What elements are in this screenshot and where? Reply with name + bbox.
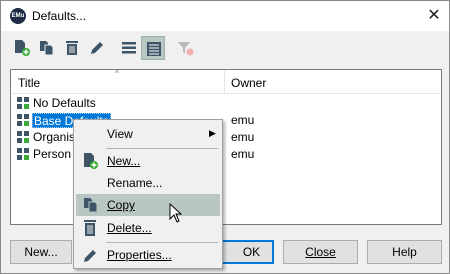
menu-item-label: Rename... (107, 176, 163, 190)
help-button[interactable]: Help (367, 240, 442, 264)
defaults-icon (17, 148, 29, 160)
details-view-button[interactable] (141, 36, 165, 60)
details-view-icon (147, 42, 161, 56)
new-button[interactable]: New... (10, 240, 72, 264)
menu-item-new[interactable]: New... (76, 150, 220, 172)
menu-item-delete[interactable]: Delete... (76, 217, 220, 239)
new-document-icon (84, 153, 98, 169)
list-view-button[interactable] (117, 36, 141, 60)
menu-item-rename[interactable]: Rename... (76, 172, 220, 194)
menu-item-label: New... (107, 154, 141, 168)
submenu-arrow-icon: ▶ (209, 128, 216, 138)
menu-item-properties[interactable]: Properties... (76, 244, 220, 266)
menu-separator (106, 242, 218, 243)
menu-item-label: Delete... (107, 221, 152, 235)
list-header: ^ Title Owner (11, 69, 441, 94)
context-menu: View ▶ New... Rename... Copy Delete... P… (73, 119, 223, 269)
mouse-pointer-icon (169, 203, 182, 223)
list-item-owner: emu (231, 130, 255, 144)
clear-filter-button[interactable] (173, 36, 197, 60)
defaults-icon (17, 97, 29, 109)
sort-ascending-icon: ^ (115, 69, 119, 78)
menu-separator (106, 148, 218, 149)
column-header-owner[interactable]: Owner (231, 76, 266, 90)
new-default-icon (15, 40, 30, 56)
delete-icon (66, 41, 78, 55)
list-view-icon (122, 42, 136, 54)
window-title: Defaults... (32, 9, 87, 23)
column-header-title[interactable]: ^ Title (11, 69, 225, 94)
copy-default-icon (40, 41, 54, 56)
close-window-button[interactable]: ✕ (421, 3, 447, 29)
defaults-dialog: EMu Defaults... ✕ ^ Title Owner No Defau… (0, 0, 450, 274)
menu-item-view[interactable]: View ▶ (76, 123, 220, 145)
emu-app-icon: EMu (10, 8, 26, 24)
menu-item-label: Copy (107, 198, 136, 212)
menu-item-copy[interactable]: Copy (76, 194, 220, 216)
delete-button[interactable] (60, 36, 84, 60)
close-button-label: Close (305, 245, 336, 259)
menu-item-label: View (107, 127, 133, 141)
defaults-icon (17, 114, 29, 126)
list-item[interactable]: No Defaults (11, 95, 441, 112)
toolbar (1, 31, 449, 67)
menu-item-label: Properties... (107, 248, 172, 262)
list-item-title: No Defaults (33, 96, 96, 110)
column-title-label: Title (18, 76, 41, 90)
close-button[interactable]: Close (283, 240, 358, 264)
edit-button[interactable] (85, 36, 109, 60)
trash-icon (84, 220, 96, 236)
defaults-icon (17, 131, 29, 143)
edit-pencil-icon (91, 42, 103, 54)
copy-default-button[interactable] (35, 36, 59, 60)
title-bar: EMu Defaults... ✕ (1, 1, 449, 31)
list-item-owner: emu (231, 147, 255, 161)
copy-icon (84, 198, 98, 213)
list-item-owner: emu (231, 113, 255, 127)
pencil-icon (84, 250, 96, 262)
new-default-button[interactable] (10, 36, 34, 60)
clear-filter-icon (178, 42, 194, 56)
